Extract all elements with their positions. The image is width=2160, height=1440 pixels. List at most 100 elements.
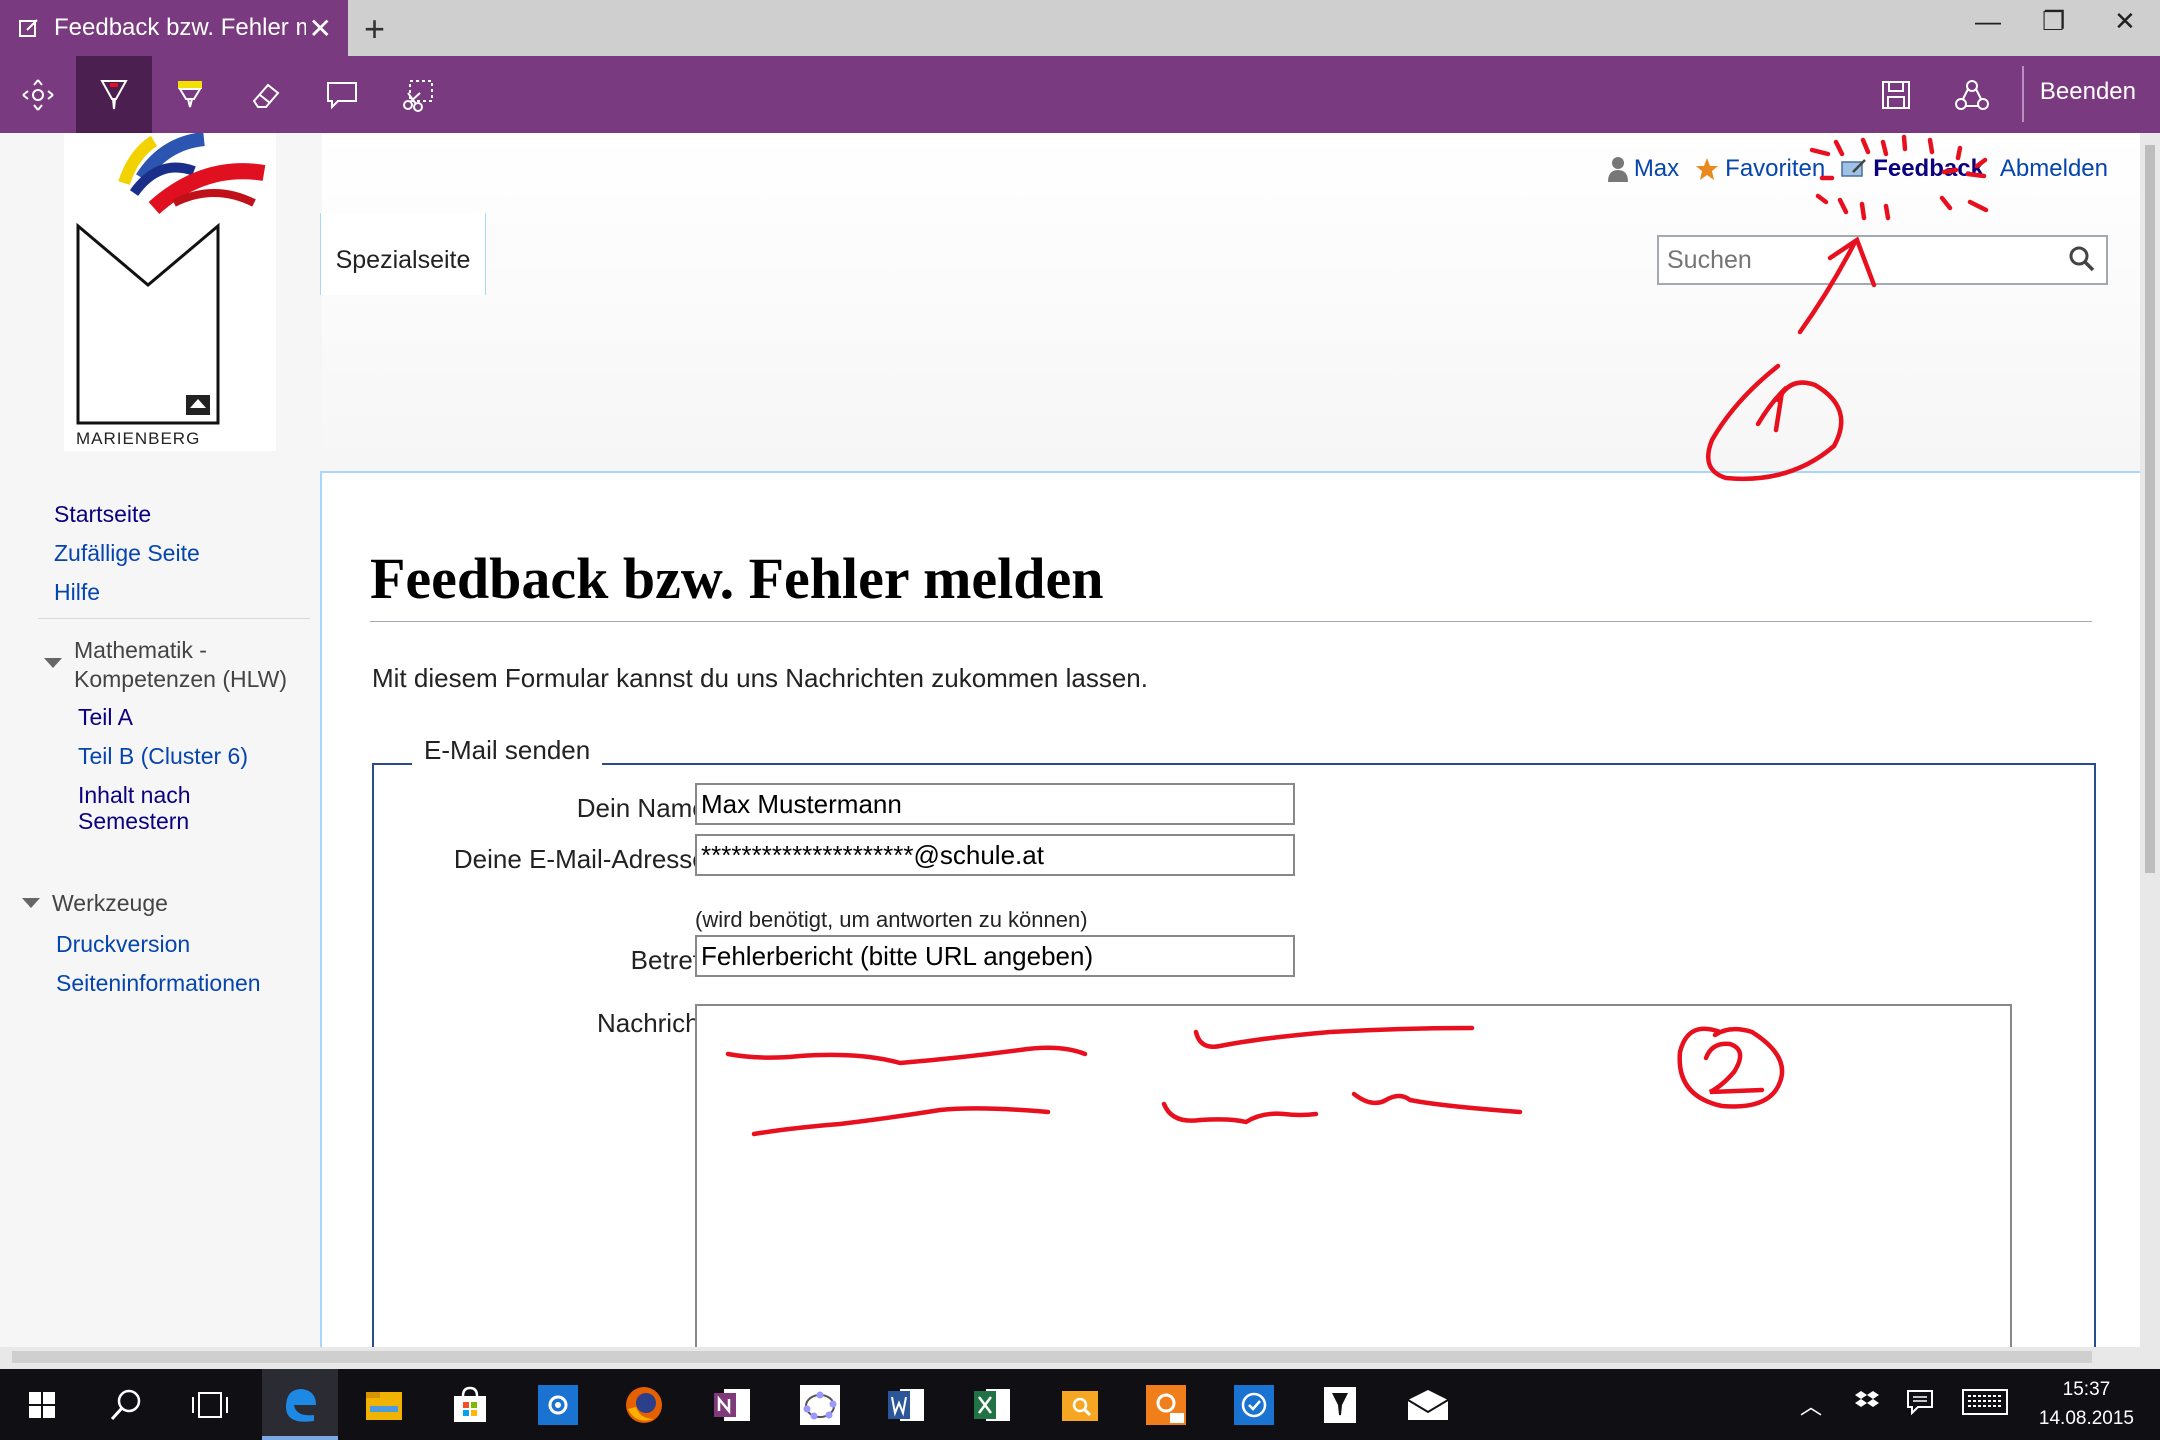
- site-logo[interactable]: MARIENBERG: [64, 133, 276, 451]
- search-input[interactable]: [1659, 237, 2039, 283]
- dropbox-icon[interactable]: [1854, 1389, 1880, 1419]
- triangle-down-icon: [22, 898, 40, 908]
- windows-taskbar: ︿ 15:37 14.08.2015: [0, 1369, 2160, 1440]
- sidebar-item-teil-a[interactable]: Teil A: [78, 704, 133, 731]
- todo-icon[interactable]: [1228, 1379, 1280, 1431]
- search-icon[interactable]: [100, 1379, 152, 1431]
- druckversion-link[interactable]: Druckversion: [56, 931, 190, 957]
- pen-icon[interactable]: [76, 56, 152, 133]
- user-link[interactable]: Max: [1607, 155, 1680, 183]
- pan-icon[interactable]: [0, 56, 76, 133]
- browser-tab[interactable]: Feedback bzw. Fehler m ✕: [0, 0, 348, 56]
- clock-time: 15:37: [2062, 1379, 2111, 1400]
- email-hint: (wird benötigt, um antworten zu können): [695, 907, 1088, 932]
- portal-werkzeuge[interactable]: Werkzeuge: [22, 890, 168, 917]
- sidebar-item-druckversion[interactable]: Druckversion: [56, 931, 190, 958]
- minimize-button[interactable]: —: [1975, 6, 2001, 37]
- sidebar-item-inhalt-nach-semestern[interactable]: Inhalt nach Semestern: [78, 782, 191, 834]
- tab-spezialseite[interactable]: Spezialseite: [320, 213, 486, 295]
- comment-icon[interactable]: [304, 56, 380, 133]
- title-underline: [370, 621, 2092, 622]
- sidebar-item-zufaellige-seite[interactable]: Zufällige Seite: [54, 540, 200, 567]
- sidebar-item-hilfe[interactable]: Hilfe: [54, 579, 100, 606]
- tab-title: Feedback bzw. Fehler m: [54, 14, 306, 41]
- name-field[interactable]: Max Mustermann: [695, 783, 1295, 825]
- page-title: Feedback bzw. Fehler melden: [370, 546, 1104, 611]
- excel-icon[interactable]: [966, 1379, 1018, 1431]
- teil-a-link[interactable]: Teil A: [78, 704, 133, 730]
- touch-keyboard-icon[interactable]: [1962, 1389, 2008, 1421]
- exit-button[interactable]: Beenden: [2040, 78, 2136, 106]
- clip-icon[interactable]: [380, 56, 456, 133]
- logout-link[interactable]: Abmelden: [2000, 155, 2108, 183]
- store-icon[interactable]: [444, 1379, 496, 1431]
- browser-title-bar: Feedback bzw. Fehler m ✕ + — ❐ ✕: [0, 0, 2160, 56]
- active-app-underline: [262, 1436, 338, 1440]
- taskbar-clock[interactable]: 15:37 14.08.2015: [2039, 1375, 2134, 1433]
- action-center-icon[interactable]: [1906, 1389, 1934, 1421]
- horizontal-scroll-thumb[interactable]: [12, 1351, 2092, 1363]
- close-window-button[interactable]: ✕: [2114, 6, 2136, 37]
- message-textarea[interactable]: [695, 1004, 2012, 1347]
- clock-date: 14.08.2015: [2038, 1408, 2134, 1429]
- favorites-link[interactable]: Favoriten: [1695, 155, 1825, 183]
- startseite-link[interactable]: Startseite: [54, 501, 151, 527]
- start-icon[interactable]: [16, 1379, 68, 1431]
- mail-icon[interactable]: [1402, 1379, 1454, 1431]
- eraser-icon[interactable]: [228, 56, 304, 133]
- geogebra-icon[interactable]: [794, 1379, 846, 1431]
- teil-b-link[interactable]: Teil B (Cluster 6): [78, 743, 248, 769]
- toolbar-divider: [2022, 66, 2024, 122]
- restore-button[interactable]: ❐: [2042, 6, 2065, 37]
- logo-text: MARIENBERG: [76, 429, 201, 448]
- intro-text: Mit diesem Formular kannst du uns Nachri…: [372, 663, 1148, 693]
- inhalt-nach-semestern-link[interactable]: Inhalt nach Semestern: [78, 782, 191, 834]
- highlighter-icon[interactable]: [152, 56, 228, 133]
- save-icon[interactable]: [1858, 56, 1934, 133]
- edge-icon[interactable]: [274, 1379, 326, 1431]
- new-tab-button[interactable]: +: [364, 8, 385, 50]
- task-view-icon[interactable]: [184, 1379, 236, 1431]
- sidebar-item-teil-b[interactable]: Teil B (Cluster 6): [78, 743, 248, 770]
- user-name: Max: [1633, 155, 1680, 182]
- feedback-icon: [1841, 159, 1867, 177]
- search-box: [1657, 235, 2108, 285]
- subject-field[interactable]: Fehlerbericht (bitte URL angeben): [695, 935, 1295, 977]
- zufaellige-seite-link[interactable]: Zufällige Seite: [54, 540, 200, 566]
- close-tab-icon[interactable]: ✕: [309, 12, 332, 45]
- portal-heading-line2: Kompetenzen (HLW): [74, 666, 288, 692]
- word-icon[interactable]: [880, 1379, 932, 1431]
- share-icon[interactable]: [1934, 56, 2010, 133]
- pdf-icon[interactable]: [1140, 1379, 1192, 1431]
- form-legend: E-Mail senden: [412, 735, 603, 766]
- hilfe-link[interactable]: Hilfe: [54, 579, 100, 605]
- pen-app-icon[interactable]: [1314, 1379, 1366, 1431]
- feedback-link[interactable]: Feedback: [1841, 155, 1984, 183]
- settings-icon[interactable]: [532, 1379, 584, 1431]
- web-page: MARIENBERG Spezialseite Max Favoriten Fe…: [0, 133, 2140, 1347]
- werkzeuge-heading: Werkzeuge: [52, 890, 168, 916]
- search-icon[interactable]: [2068, 245, 2096, 278]
- edit-note-icon: [19, 19, 38, 37]
- inhalt-label-line1: Inhalt nach: [78, 782, 191, 808]
- firefox-icon[interactable]: [618, 1379, 670, 1431]
- file-explorer-icon[interactable]: [358, 1379, 410, 1431]
- favorites-label: Favoriten: [1725, 155, 1826, 182]
- show-hidden-icons-icon[interactable]: ︿: [1800, 1389, 1822, 1421]
- user-icon: [1607, 157, 1628, 182]
- subject-label: Betreff:: [630, 945, 714, 975]
- seiteninformationen-link[interactable]: Seiteninformationen: [56, 970, 261, 996]
- portal-heading-line1: Mathematik -: [74, 637, 207, 663]
- logout-label: Abmelden: [1999, 155, 2108, 182]
- onenote-icon[interactable]: [706, 1379, 758, 1431]
- sidebar-item-seiteninformationen[interactable]: Seiteninformationen: [56, 970, 261, 997]
- sidebar-divider: [38, 618, 310, 619]
- sidebar-item-startseite[interactable]: Startseite: [54, 501, 151, 528]
- vertical-scroll-thumb[interactable]: [2145, 145, 2155, 873]
- message-label: Nachricht:: [596, 1008, 714, 1038]
- email-field[interactable]: *********************@schule.at: [695, 834, 1295, 876]
- portal-mathematik[interactable]: Mathematik - Kompetenzen (HLW): [44, 636, 287, 694]
- file-search-icon[interactable]: [1054, 1379, 1106, 1431]
- email-label: Deine E-Mail-Adresse:: [453, 844, 714, 874]
- feedback-label: Feedback: [1873, 155, 1984, 182]
